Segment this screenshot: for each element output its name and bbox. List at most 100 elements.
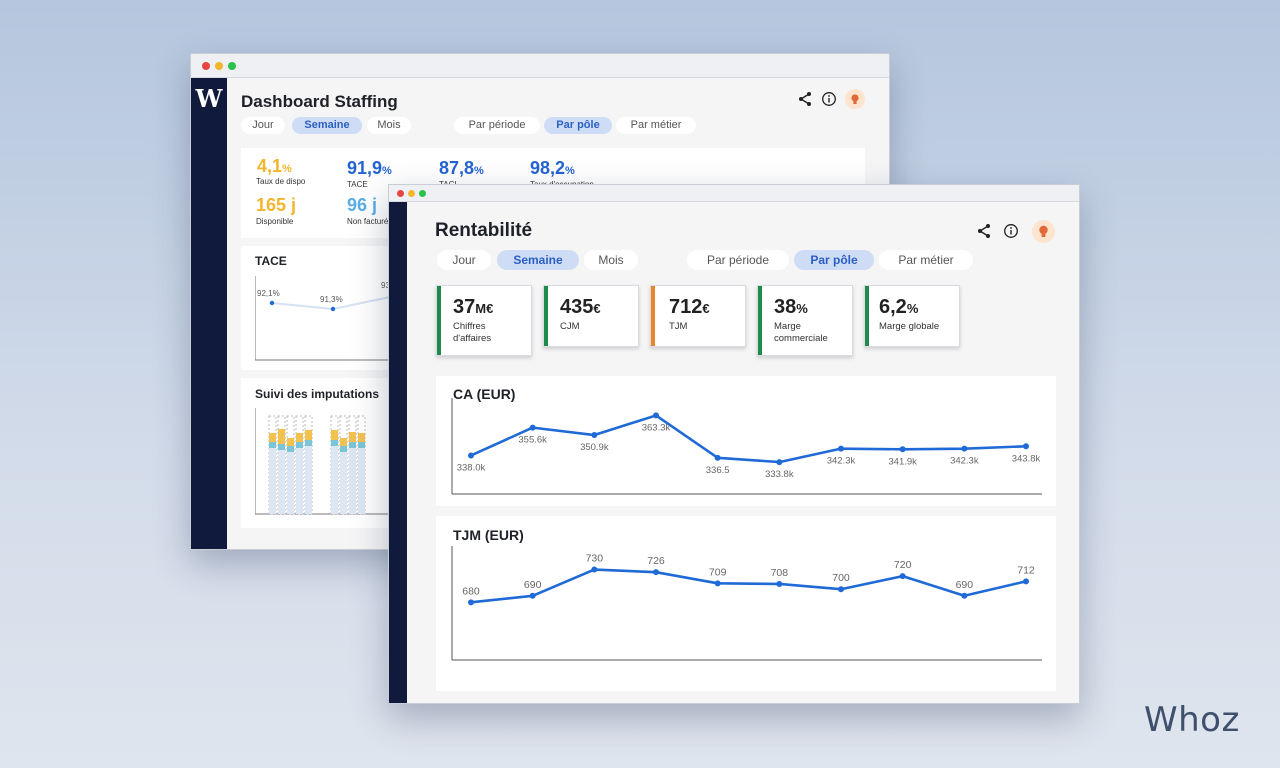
- kpi-tace-label: TACE: [347, 180, 368, 189]
- data-point[interactable]: [899, 573, 906, 580]
- kpi-accent-bar: [651, 286, 655, 346]
- data-label: 333.8k: [765, 469, 794, 480]
- bar-segment: [287, 452, 294, 514]
- maximize-dot[interactable]: [419, 190, 426, 197]
- data-point[interactable]: [591, 432, 598, 439]
- data-point[interactable]: [1023, 443, 1029, 450]
- info-icon[interactable]: [1003, 223, 1019, 239]
- front-tab-mois[interactable]: Mois: [584, 250, 638, 270]
- imputations-chart-title: Suivi des imputations: [255, 387, 380, 401]
- back-tab-mois[interactable]: Mois: [367, 117, 411, 134]
- data-label: 712: [1017, 564, 1035, 576]
- data-label: 709: [709, 566, 727, 578]
- data-point[interactable]: [529, 592, 536, 599]
- bar-segment: [349, 432, 356, 442]
- data-point[interactable]: [776, 459, 783, 466]
- bar-segment: [358, 433, 365, 442]
- tjm-chart: 680 690 730 726 709 708 700 720 690 712: [451, 546, 1042, 661]
- close-dot[interactable]: [397, 190, 404, 197]
- close-dot[interactable]: [202, 62, 210, 70]
- back-tab-jour[interactable]: Jour: [241, 117, 285, 134]
- bar-segment: [296, 433, 303, 442]
- data-point[interactable]: [468, 452, 474, 459]
- data-point[interactable]: [714, 580, 721, 587]
- data-point[interactable]: [776, 580, 783, 587]
- kpi-marge-commerciale: 38% Marge commerciale: [757, 285, 853, 356]
- front-page-title: Rentabilité: [435, 220, 533, 241]
- front-tab-par-periode[interactable]: Par période: [687, 250, 789, 270]
- tace-chart-title: TACE: [255, 254, 287, 268]
- lightbulb-icon[interactable]: [1032, 220, 1055, 243]
- tace-label: 91,3%: [320, 295, 343, 304]
- front-window-titlebar: [389, 185, 1079, 202]
- front-tab-jour[interactable]: Jour: [437, 250, 491, 270]
- data-label: 690: [956, 579, 974, 591]
- kpi-tjm: 712€ TJM: [650, 285, 746, 347]
- kpi-chiffre-affaires: 37M€ Chiffres d'affaires: [436, 285, 532, 356]
- bar-segment: [358, 442, 365, 448]
- lightbulb-icon[interactable]: [845, 89, 865, 109]
- data-point[interactable]: [1023, 578, 1029, 585]
- kpi-accent-bar: [758, 286, 762, 355]
- data-label: 342.3k: [827, 456, 856, 467]
- front-tab-semaine[interactable]: Semaine: [497, 250, 579, 270]
- back-sidebar: W: [191, 78, 227, 549]
- bar-segment: [269, 448, 276, 514]
- front-tab-par-pole[interactable]: Par pôle: [794, 250, 874, 270]
- data-point[interactable]: [838, 445, 844, 452]
- back-tab-par-pole[interactable]: Par pôle: [544, 117, 612, 134]
- kpi-disponible-value: 165 j: [256, 195, 297, 215]
- series-line: [470, 414, 1027, 464]
- data-label: 730: [586, 553, 604, 565]
- maximize-dot[interactable]: [228, 62, 236, 70]
- bar-segment: [331, 440, 338, 446]
- back-tab-par-metier[interactable]: Par métier: [616, 117, 696, 134]
- data-label: 343.8k: [1012, 453, 1041, 464]
- data-point[interactable]: [529, 424, 536, 431]
- data-point[interactable]: [961, 445, 968, 452]
- kpi-accent-bar: [865, 286, 869, 346]
- whoz-brand-logo: Whoz: [1144, 700, 1240, 740]
- tace-point: [269, 300, 275, 306]
- bar-segment: [305, 440, 312, 446]
- share-icon[interactable]: [797, 91, 813, 107]
- tace-label: 92,1%: [257, 289, 280, 298]
- data-label: 700: [832, 572, 850, 584]
- kpi-label: CJM: [560, 321, 580, 332]
- bar-segment: [305, 446, 312, 514]
- data-label: 720: [894, 559, 912, 571]
- kpi-label: Marge commerciale: [774, 321, 828, 344]
- data-point[interactable]: [714, 454, 721, 461]
- data-point[interactable]: [653, 569, 659, 576]
- data-point[interactable]: [838, 586, 844, 593]
- data-point[interactable]: [961, 592, 968, 599]
- share-icon[interactable]: [976, 223, 992, 239]
- app-logo-icon[interactable]: W: [195, 87, 223, 111]
- front-tab-par-metier[interactable]: Par métier: [879, 250, 973, 270]
- data-label: 355.6k: [518, 435, 547, 446]
- data-point[interactable]: [899, 446, 906, 453]
- kpi-taux-dispo-value: 4,1%: [257, 156, 292, 176]
- ca-chart: 338.0k 355.6k 350.9k 363.3k 336.5 333.8k 342.3…: [451, 398, 1042, 495]
- ca-chart-card: CA (EUR) 338.0k 355.6k 350.9k 363.3k 336.5 33…: [436, 376, 1056, 506]
- info-icon[interactable]: [821, 91, 837, 107]
- minimize-dot[interactable]: [408, 190, 415, 197]
- front-window: Rentabilité Jour Semaine Mois Par périod…: [388, 184, 1080, 704]
- back-tab-par-periode[interactable]: Par période: [454, 117, 540, 134]
- data-label: 342.3k: [950, 456, 979, 467]
- minimize-dot[interactable]: [215, 62, 223, 70]
- bar-segment: [331, 446, 338, 514]
- back-tab-semaine[interactable]: Semaine: [292, 117, 362, 134]
- data-label: 690: [524, 579, 542, 591]
- data-point[interactable]: [468, 599, 474, 606]
- bar-segment: [340, 446, 347, 452]
- series-line: [470, 568, 1027, 604]
- data-label: 726: [647, 555, 665, 567]
- bar-segment: [269, 442, 276, 448]
- data-point[interactable]: [591, 566, 598, 573]
- bar-segment: [349, 442, 356, 448]
- front-sidebar: [389, 202, 407, 703]
- back-page-title: Dashboard Staffing: [241, 92, 398, 111]
- data-point[interactable]: [653, 412, 659, 419]
- bar-segment: [296, 442, 303, 448]
